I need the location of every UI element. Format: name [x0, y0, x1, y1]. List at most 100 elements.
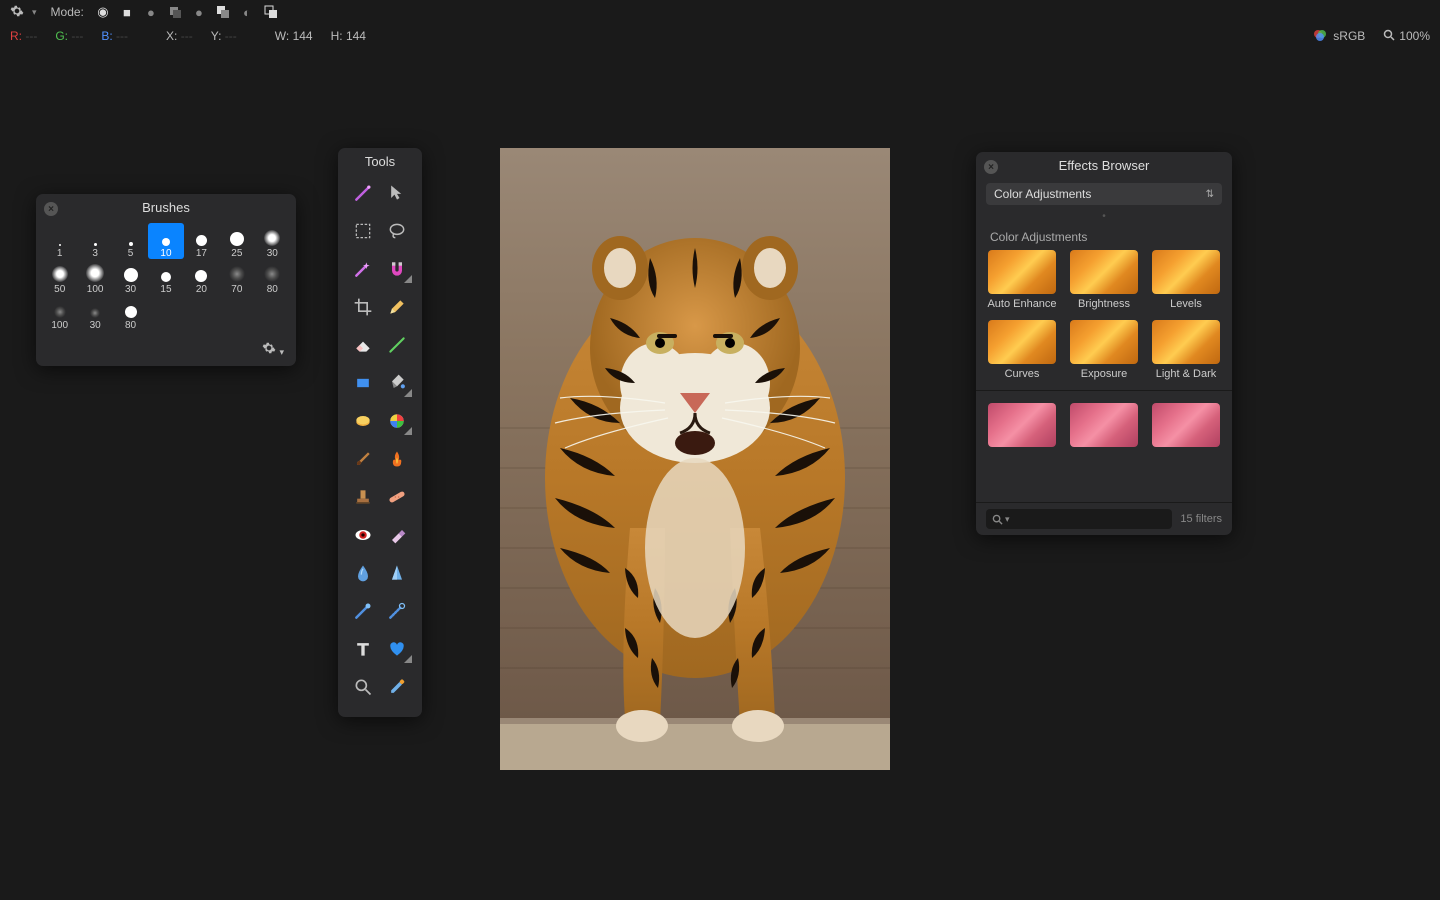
close-icon[interactable]: ×	[984, 160, 998, 174]
close-icon[interactable]: ×	[44, 202, 58, 216]
effect-preview	[988, 403, 1056, 447]
effect-thumb[interactable]: Brightness	[1068, 250, 1140, 310]
brush-size-label: 80	[125, 320, 136, 331]
tool-color-wheel[interactable]	[380, 405, 414, 437]
mode-4-icon[interactable]	[168, 5, 182, 19]
chevron-down-icon[interactable]: ▾	[32, 7, 37, 18]
tool-blur[interactable]	[346, 557, 380, 589]
brush-size-label: 30	[90, 320, 101, 331]
info-y: Y: ---	[211, 29, 237, 43]
tool-redeye[interactable]	[346, 519, 380, 551]
tool-bucket[interactable]	[380, 367, 414, 399]
canvas-image[interactable]	[500, 148, 890, 770]
tool-grid	[338, 173, 422, 707]
brush-swatch	[86, 264, 104, 282]
brush-preset[interactable]: 100	[42, 295, 77, 331]
brush-swatch	[264, 230, 280, 246]
tool-arrow[interactable]	[380, 177, 414, 209]
mode-6-icon[interactable]	[216, 5, 230, 19]
settings-gear-icon[interactable]	[10, 4, 24, 21]
tool-lasso[interactable]	[380, 215, 414, 247]
tool-line[interactable]	[380, 329, 414, 361]
tool-crop[interactable]	[346, 291, 380, 323]
mode-7-icon[interactable]: ◐	[240, 5, 254, 19]
tool-smudge-eraser[interactable]	[380, 519, 414, 551]
brush-preset[interactable]: 5	[113, 223, 148, 259]
effect-thumb[interactable]: Auto Enhance	[986, 250, 1058, 310]
brush-preset[interactable]: 80	[113, 295, 148, 331]
tool-bandaid[interactable]	[380, 481, 414, 513]
effect-thumb[interactable]: Light & Dark	[1150, 320, 1222, 380]
mode-label: Mode:	[51, 5, 84, 19]
effects-list[interactable]: Color Adjustments Auto EnhanceBrightness…	[976, 222, 1232, 502]
effects-title-bar[interactable]: × Effects Browser	[976, 152, 1232, 177]
brush-preset[interactable]: 30	[77, 295, 112, 331]
brush-preset[interactable]: 100	[77, 259, 112, 295]
tool-rectangle[interactable]	[346, 367, 380, 399]
brushes-panel: × Brushes 135101725305010030152070801003…	[36, 194, 296, 366]
tool-magic-wand[interactable]	[346, 253, 380, 285]
brush-preset[interactable]: 17	[184, 223, 219, 259]
brush-swatch	[129, 242, 133, 246]
brush-preset[interactable]: 25	[219, 223, 254, 259]
effect-thumb[interactable]	[986, 403, 1058, 447]
mode-3-icon[interactable]: ●	[144, 5, 158, 19]
effect-thumb[interactable]: Levels	[1150, 250, 1222, 310]
zoom-value: 100%	[1399, 29, 1430, 43]
brush-swatch	[161, 272, 171, 282]
tool-eyedropper[interactable]	[380, 671, 414, 703]
brush-preset[interactable]: 1	[42, 223, 77, 259]
mode-2-icon[interactable]: ■	[120, 5, 134, 19]
colorspace-label: sRGB	[1333, 29, 1365, 43]
panel-grip-icon: •	[976, 211, 1232, 222]
tool-dodge[interactable]	[346, 595, 380, 627]
brush-preset[interactable]: 20	[184, 259, 219, 295]
brush-swatch	[52, 266, 68, 282]
effect-thumb[interactable]: Curves	[986, 320, 1058, 380]
brush-preset[interactable]: 70	[219, 259, 254, 295]
colorspace-button[interactable]: sRGB	[1313, 28, 1365, 45]
brush-preset[interactable]: 15	[148, 259, 183, 295]
brush-size-label: 100	[87, 284, 104, 295]
tool-burn[interactable]	[380, 595, 414, 627]
tool-eraser[interactable]	[346, 329, 380, 361]
brush-settings-button[interactable]: ▾	[36, 341, 296, 366]
tools-title-bar[interactable]: Tools	[338, 148, 422, 173]
zoom-control[interactable]: 100%	[1383, 29, 1430, 44]
tool-sponge[interactable]	[346, 405, 380, 437]
brush-size-label: 25	[231, 248, 242, 259]
tool-flame[interactable]	[380, 443, 414, 475]
effect-thumb[interactable]: Exposure	[1068, 320, 1140, 380]
mode-5-icon[interactable]: ●	[192, 5, 206, 19]
brush-preset[interactable]: 10	[148, 223, 183, 259]
brush-preset[interactable]: 50	[42, 259, 77, 295]
tool-text[interactable]	[346, 633, 380, 665]
effect-thumb[interactable]	[1068, 403, 1140, 447]
tool-shape[interactable]	[380, 633, 414, 665]
tool-sharpen[interactable]	[380, 557, 414, 589]
tool-wand[interactable]	[346, 177, 380, 209]
brush-swatch	[125, 306, 137, 318]
brush-preset[interactable]: 30	[255, 223, 290, 259]
tool-brush[interactable]	[346, 443, 380, 475]
mode-1-icon[interactable]: ◉	[96, 5, 110, 19]
brush-grid: 135101725305010030152070801003080	[36, 219, 296, 341]
submenu-indicator-icon	[404, 275, 412, 283]
brush-size-label: 20	[196, 284, 207, 295]
tool-zoom[interactable]	[346, 671, 380, 703]
brush-swatch	[94, 243, 97, 246]
brushes-title: Brushes	[142, 200, 190, 215]
brush-preset[interactable]: 30	[113, 259, 148, 295]
effect-thumb[interactable]	[1150, 403, 1222, 447]
brushes-title-bar[interactable]: × Brushes	[36, 194, 296, 219]
tool-pencil[interactable]	[380, 291, 414, 323]
effects-search-input[interactable]: ▾	[986, 509, 1172, 529]
brush-preset[interactable]: 3	[77, 223, 112, 259]
mode-8-icon[interactable]	[264, 5, 278, 19]
brush-preset[interactable]: 80	[255, 259, 290, 295]
tool-marquee[interactable]	[346, 215, 380, 247]
info-b: B: ---	[101, 29, 128, 43]
tool-magnet[interactable]	[380, 253, 414, 285]
tool-stamp[interactable]	[346, 481, 380, 513]
effects-category-dropdown[interactable]: Color Adjustments ⇅	[986, 183, 1222, 205]
